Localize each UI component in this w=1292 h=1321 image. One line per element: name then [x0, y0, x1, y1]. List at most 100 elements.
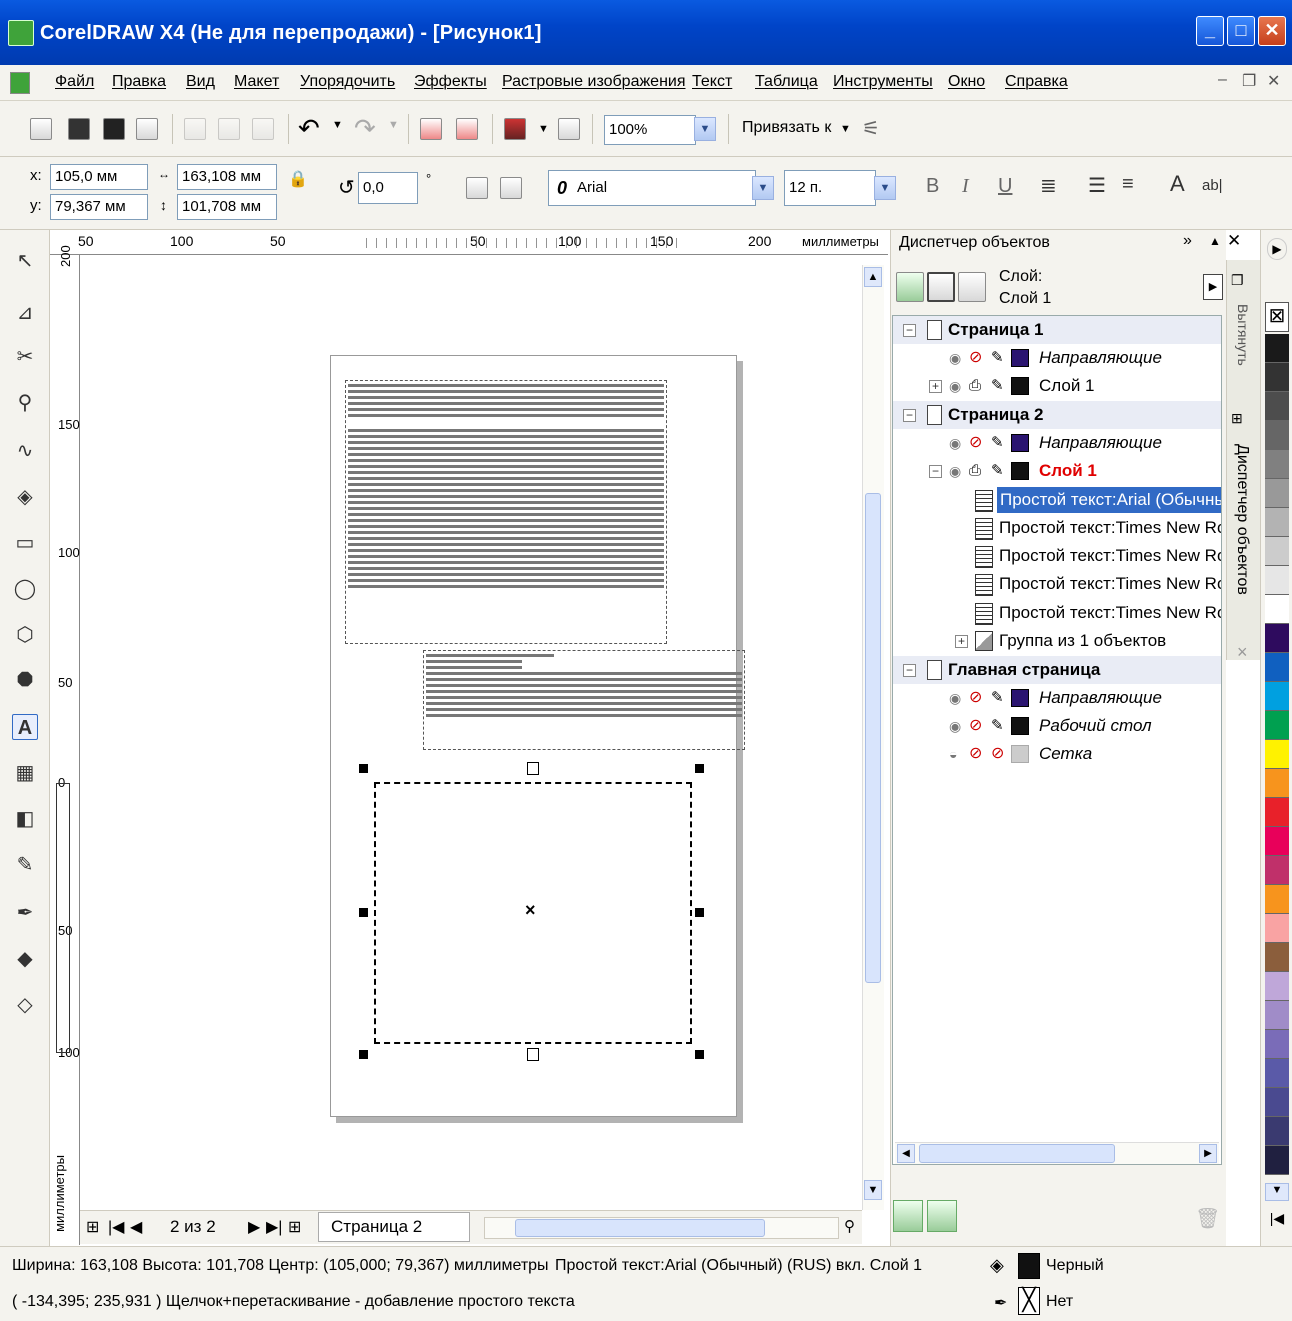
snap-dropdown-icon[interactable]: ▼ [840, 123, 851, 135]
palette-swatch[interactable] [1265, 450, 1289, 479]
table-tool-icon[interactable]: ▦ [12, 760, 38, 786]
copy-icon[interactable] [218, 118, 240, 140]
align-icon[interactable]: ≣ [1040, 173, 1057, 198]
fill-tool-icon[interactable]: ◆ [12, 946, 38, 972]
selection-handle[interactable] [359, 764, 368, 773]
object-tree[interactable]: − Страница 1 ◉ ⊘ ✎ Направляющие + ◉ ⎙ ✎ … [892, 315, 1222, 1165]
menu-layout[interactable]: Макет [234, 73, 279, 91]
palette-swatch[interactable] [1265, 624, 1289, 653]
canvas-vertical-scrollbar[interactable]: ▲ ▼ [862, 265, 884, 1210]
maximize-button[interactable]: □ [1227, 16, 1255, 46]
hidden-icon[interactable]: ◒ [949, 740, 957, 768]
tree-row-page[interactable]: − Главная страница [893, 656, 1221, 684]
locked-icon[interactable]: ⊘ [991, 740, 1004, 768]
new-layer-icon[interactable] [893, 1200, 923, 1232]
show-properties-icon[interactable] [896, 272, 924, 302]
menu-help[interactable]: Справка [1005, 73, 1068, 91]
palette-swatch[interactable] [1265, 856, 1289, 885]
horizontal-ruler[interactable]: 50 100 50 50 100 150 200 миллиметры [50, 230, 888, 255]
palette-swatch[interactable] [1265, 508, 1289, 537]
bold-button[interactable]: B [926, 175, 939, 198]
visible-icon[interactable]: ◉ [949, 429, 961, 457]
tree-row-layer[interactable]: + ◉ ⎙ ✎ Слой 1 [893, 372, 1221, 400]
menu-view[interactable]: Вид [186, 73, 215, 91]
font-size-dropdown-icon[interactable]: ▼ [874, 176, 896, 200]
editable-icon[interactable]: ✎ [991, 344, 1004, 372]
page-tab[interactable]: Страница 2 [318, 1212, 470, 1242]
palette-swatch[interactable] [1265, 479, 1289, 508]
editable-icon[interactable]: ✎ [991, 429, 1004, 457]
redo-icon[interactable]: ↷ [354, 113, 376, 144]
palette-swatch[interactable] [1265, 1059, 1289, 1088]
palette-swatch[interactable] [1265, 653, 1289, 682]
menu-effects[interactable]: Эффекты [414, 73, 487, 91]
welcome-screen-icon[interactable] [558, 118, 580, 140]
zoom-field[interactable]: 100% [604, 115, 696, 145]
doc-minimize-button[interactable]: – [1218, 71, 1227, 89]
italic-button[interactable]: I [962, 175, 969, 198]
collapse-icon[interactable]: − [903, 664, 916, 677]
next-page-icon[interactable]: ▶ [248, 1217, 260, 1237]
doc-restore-button[interactable]: ❐ [1242, 71, 1256, 91]
palette-swatch[interactable] [1265, 1001, 1289, 1030]
tab-object-manager[interactable]: Диспетчер объектов [1233, 444, 1251, 595]
doc-icon[interactable] [10, 72, 30, 94]
close-button[interactable]: ✕ [1258, 16, 1286, 46]
layer-color-swatch[interactable] [1011, 434, 1029, 452]
docker-flyout-icon[interactable]: ▶ [1203, 274, 1223, 300]
collapse-icon[interactable]: − [903, 324, 916, 337]
edit-across-layers-icon[interactable] [927, 272, 955, 302]
printable-icon[interactable]: ⊘ [969, 712, 982, 740]
snap-to-button[interactable]: Привязать к [742, 119, 831, 137]
palette-swatch[interactable] [1265, 363, 1289, 392]
printable-icon[interactable]: ⊘ [969, 684, 982, 712]
tree-scroll-thumb[interactable] [919, 1144, 1115, 1163]
palette-swatch[interactable] [1265, 595, 1289, 624]
shape-tool-icon[interactable]: ⊿ [12, 300, 38, 326]
palette-swatch[interactable] [1265, 537, 1289, 566]
tree-horizontal-scrollbar[interactable]: ◀ ▶ [895, 1142, 1219, 1164]
edit-text-icon[interactable]: ab| [1202, 177, 1223, 194]
menu-arrange[interactable]: Упорядочить [300, 73, 395, 91]
tree-row-object-selected[interactable]: Простой текст:Arial (Обычный) ( [893, 486, 1221, 514]
basic-shapes-tool-icon[interactable]: ⯃ [12, 668, 38, 694]
pick-tool-icon[interactable]: ↖ [12, 248, 38, 274]
selection-handle[interactable] [695, 764, 704, 773]
palette-swatch[interactable] [1265, 711, 1289, 740]
ellipse-tool-icon[interactable]: ◯ [12, 576, 38, 602]
outline-tool-icon[interactable]: ✒ [12, 900, 38, 926]
polygon-tool-icon[interactable]: ⬡ [12, 622, 38, 648]
docker-menu-icon[interactable]: » [1183, 232, 1192, 250]
text-frame-bottom-tab[interactable] [527, 1048, 539, 1061]
layer-color-swatch[interactable] [1011, 377, 1029, 395]
launcher-dropdown-icon[interactable]: ▼ [538, 123, 549, 135]
layer-color-swatch[interactable] [1011, 745, 1029, 763]
palette-swatch[interactable] [1265, 392, 1289, 421]
height-field[interactable]: 101,708 мм [177, 194, 277, 220]
vertical-ruler[interactable]: 200 150 100 50 0 50 100 миллиметры [50, 245, 80, 1245]
selection-handle[interactable] [359, 1050, 368, 1059]
collapse-icon[interactable]: − [929, 465, 942, 478]
font-dropdown-icon[interactable]: ▼ [752, 176, 774, 200]
zoom-nav-icon[interactable]: ⚲ [844, 1217, 855, 1235]
tree-row-object[interactable]: Простой текст:Times New Roman [893, 599, 1221, 627]
interactive-blend-tool-icon[interactable]: ◧ [12, 806, 38, 832]
palette-swatch[interactable] [1265, 972, 1289, 1001]
visible-icon[interactable]: ◉ [949, 712, 961, 740]
palette-swatch[interactable] [1265, 885, 1289, 914]
prev-page-icon[interactable]: ◀ [130, 1217, 142, 1237]
open-icon[interactable] [68, 118, 90, 140]
editable-icon[interactable]: ✎ [991, 457, 1004, 485]
visible-icon[interactable]: ◉ [949, 344, 961, 372]
palette-swatch[interactable] [1265, 740, 1289, 769]
fill-color-swatch[interactable] [1018, 1253, 1040, 1279]
selection-handle[interactable] [695, 908, 704, 917]
first-page-icon[interactable]: |◀ [108, 1217, 124, 1237]
freehand-tool-icon[interactable]: ∿ [12, 438, 38, 464]
canvas-horizontal-scrollbar[interactable] [484, 1217, 839, 1239]
palette-scroll-down-icon[interactable]: ▼ [1265, 1183, 1289, 1201]
add-page-after-icon[interactable]: ⊞ [288, 1217, 301, 1237]
palette-swatch[interactable] [1265, 1117, 1289, 1146]
tree-row-page[interactable]: − Страница 2 [893, 401, 1221, 429]
palette-swatch[interactable] [1265, 914, 1289, 943]
